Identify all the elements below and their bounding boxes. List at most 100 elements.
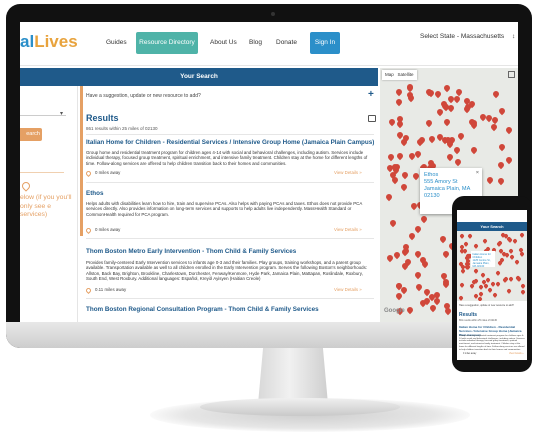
scroll-accent [80, 86, 83, 236]
map-marker-icon[interactable] [458, 294, 465, 301]
listing-distance: 0.11 miles away [95, 287, 127, 292]
map-type-tabs[interactable]: Map Satellite [382, 70, 417, 80]
map-marker-icon[interactable] [496, 176, 505, 186]
map-marker-icon[interactable] [407, 231, 417, 240]
suggestion-link[interactable]: Have a suggestion, update or new resourc… [86, 93, 201, 99]
map-marker-icon[interactable] [487, 287, 494, 294]
map-marker-icon[interactable] [505, 287, 512, 294]
camera-dot [271, 12, 275, 16]
map-marker-icon[interactable] [469, 146, 478, 155]
nav-guides[interactable]: Guides [106, 39, 127, 46]
state-select[interactable]: Select State - Massachusetts ↕ [420, 33, 515, 40]
map-marker-icon[interactable] [395, 151, 405, 161]
map-marker-icon[interactable] [508, 276, 514, 283]
map-marker-icon[interactable] [456, 131, 465, 140]
map-marker-icon[interactable] [497, 239, 503, 246]
map-marker-icon[interactable] [395, 98, 404, 107]
phone-search-bar[interactable]: Your Search [457, 222, 527, 231]
map-marker-icon[interactable] [472, 268, 479, 275]
sign-in-button[interactable]: Sign In [310, 32, 340, 54]
nav-about-us[interactable]: About Us [210, 39, 237, 46]
satellite-tab[interactable]: Satellite [398, 72, 414, 77]
nav-blog[interactable]: Blog [249, 39, 262, 46]
nav-resource-directory[interactable]: Resource Directory [136, 32, 198, 54]
map-marker-icon[interactable] [480, 272, 486, 279]
map-marker-icon[interactable] [472, 243, 479, 250]
listing-title[interactable]: Thom Boston Metro Early Intervention - T… [86, 248, 296, 255]
map-marker-icon[interactable] [485, 175, 495, 185]
map-marker-icon[interactable] [419, 215, 429, 224]
map-marker-icon[interactable] [452, 94, 462, 104]
map-marker-icon[interactable] [433, 89, 443, 99]
map-marker-icon[interactable] [518, 232, 525, 238]
listing-title[interactable]: Italian Home for Children - Residential … [86, 139, 374, 146]
map-marker-icon[interactable] [494, 269, 501, 276]
nav-donate[interactable]: Donate [276, 39, 297, 46]
map-marker-icon[interactable] [496, 160, 506, 170]
fullscreen-icon[interactable] [508, 71, 515, 78]
map-marker-icon[interactable] [446, 103, 456, 113]
map-marker-icon[interactable] [387, 152, 396, 162]
map-marker-icon[interactable] [505, 125, 514, 134]
results-title: Results [86, 113, 119, 123]
map-marker-icon[interactable] [509, 253, 515, 260]
map-marker-icon[interactable] [406, 305, 415, 314]
map-marker-icon[interactable] [441, 249, 451, 259]
view-details-link[interactable]: View Details » [334, 227, 362, 232]
view-details-link[interactable]: View Details » [334, 170, 362, 175]
map-marker-icon[interactable] [459, 282, 465, 289]
map-marker-icon[interactable] [442, 83, 452, 93]
plus-icon[interactable]: + [368, 89, 374, 100]
map-marker-icon[interactable] [445, 152, 455, 162]
map-marker-icon[interactable] [482, 237, 489, 244]
map-marker-icon[interactable] [428, 135, 437, 144]
map-marker-icon[interactable] [388, 218, 397, 227]
map-marker-icon[interactable] [413, 224, 423, 234]
map-marker-icon[interactable] [439, 234, 448, 243]
map-marker-icon[interactable] [453, 157, 463, 166]
map-marker-icon[interactable] [473, 278, 480, 285]
map-marker-icon[interactable] [392, 250, 401, 259]
site-logo[interactable]: alLives [20, 32, 78, 52]
phone-listing-description: Group home and residential treatment pro… [459, 335, 525, 351]
map-marker-icon[interactable] [384, 192, 394, 202]
listing-title[interactable]: Ethos [86, 190, 104, 197]
map-marker-icon[interactable] [498, 106, 507, 115]
map-marker-icon[interactable] [413, 270, 423, 279]
map-marker-icon[interactable] [495, 281, 502, 288]
map-marker-icon[interactable] [511, 238, 518, 244]
map-marker-icon[interactable] [452, 145, 461, 155]
map-tab[interactable]: Map [385, 72, 394, 77]
map-marker-icon[interactable] [400, 170, 409, 180]
your-search-bar[interactable]: Your Search [20, 68, 378, 86]
print-icon[interactable] [368, 115, 376, 122]
map-marker-icon[interactable] [460, 268, 466, 274]
map-marker-icon[interactable] [414, 282, 424, 292]
map-marker-icon[interactable] [505, 156, 514, 165]
search-button[interactable]: earch [20, 128, 42, 141]
close-icon[interactable]: × [476, 170, 479, 177]
view-details-link[interactable]: View Details » [334, 287, 362, 292]
map-marker-icon[interactable] [518, 251, 525, 258]
phone-map[interactable]: Italian Home for Children 1125 Centre St… [457, 231, 527, 301]
map-marker-icon[interactable] [459, 233, 465, 240]
map-marker-icon[interactable] [491, 89, 501, 98]
map-marker-icon[interactable] [497, 142, 507, 152]
map-marker-icon[interactable] [519, 283, 526, 289]
map-marker-icon[interactable] [394, 292, 404, 301]
map-marker-icon[interactable] [513, 258, 520, 265]
map-marker-icon[interactable] [443, 118, 452, 127]
map-marker-icon[interactable] [520, 289, 526, 296]
map-marker-icon[interactable] [491, 292, 498, 299]
map-marker-icon[interactable] [477, 296, 483, 301]
listing-title[interactable]: Thom Boston Regional Consultation Progra… [86, 306, 319, 313]
map-marker-icon[interactable] [466, 232, 473, 239]
location-pin-icon [86, 169, 93, 178]
map-marker-icon[interactable] [489, 123, 498, 132]
phone-suggestion-link[interactable]: Have a suggestion, update or new resourc… [459, 304, 514, 307]
map-marker-icon[interactable] [425, 118, 434, 128]
map-marker-icon[interactable] [387, 117, 397, 127]
phone-view-details-link[interactable]: View Details » [509, 353, 524, 355]
map-marker-icon[interactable] [399, 183, 409, 192]
map-marker-icon[interactable] [395, 87, 404, 96]
